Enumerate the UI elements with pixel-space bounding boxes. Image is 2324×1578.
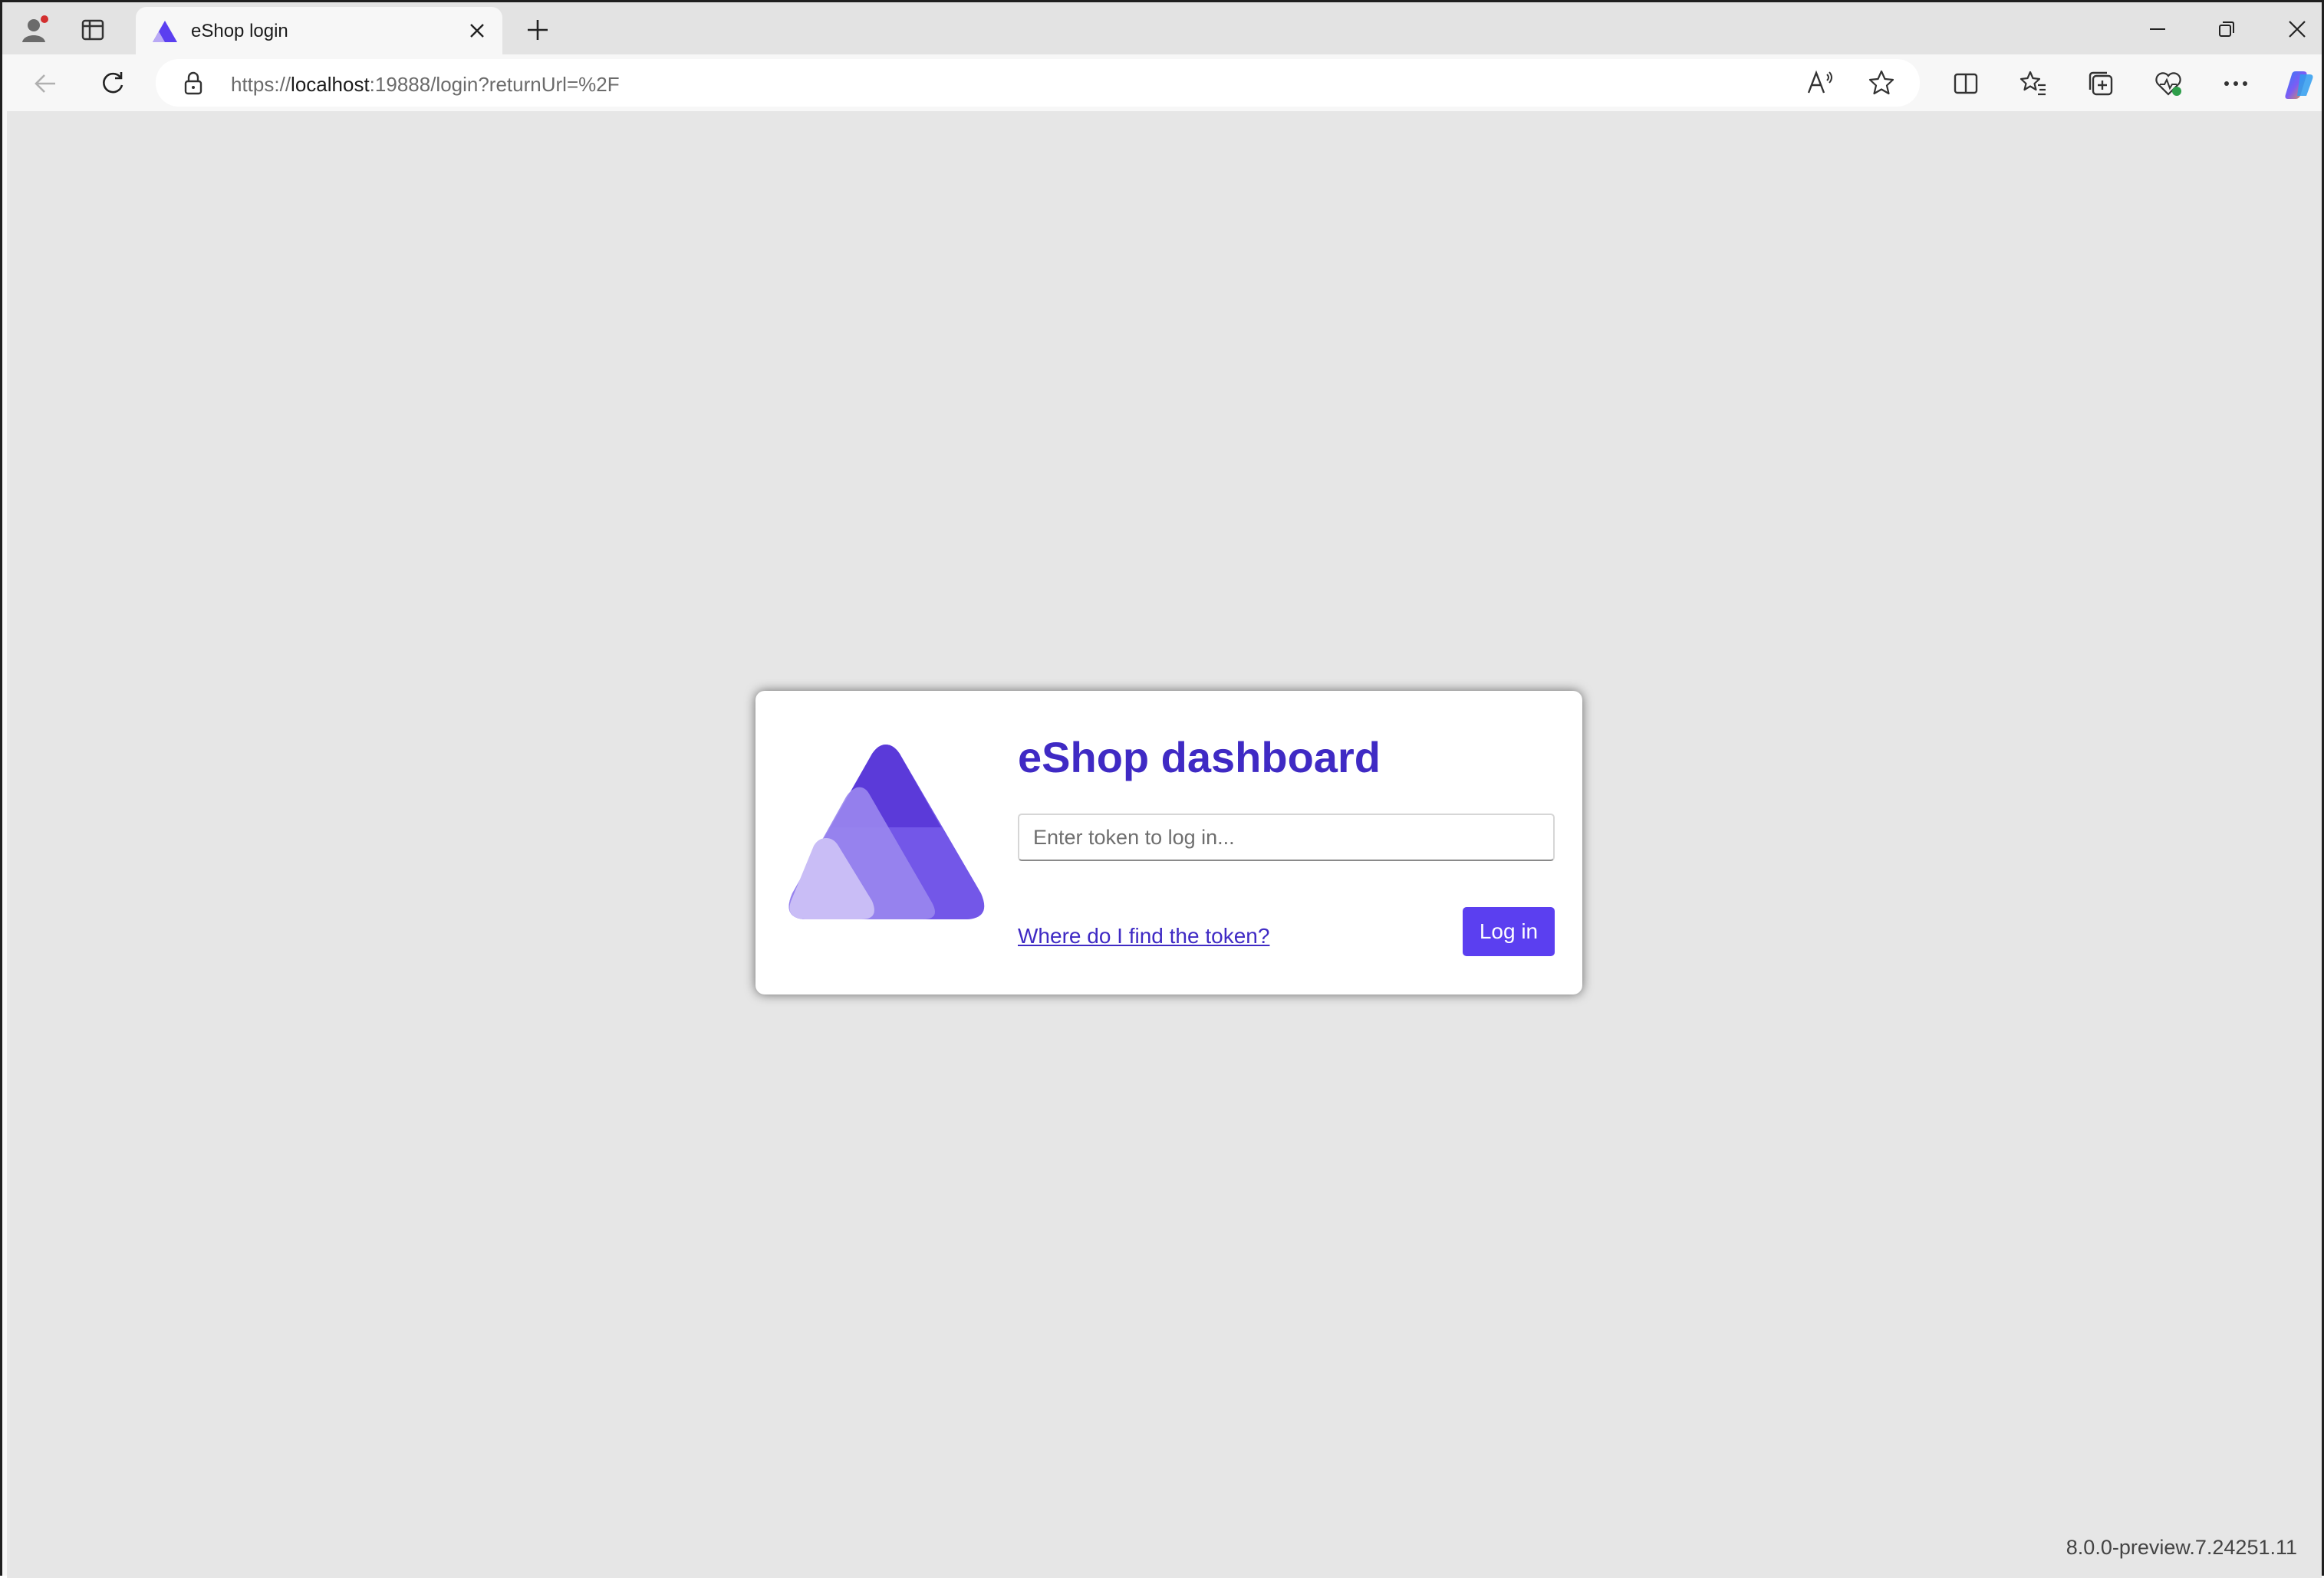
browser-essentials-icon[interactable] [2145, 64, 2191, 104]
triangle-logo-icon [153, 21, 177, 42]
version-label: 8.0.0-preview.7.24251.11 [2066, 1536, 2297, 1559]
token-input[interactable] [1018, 814, 1555, 861]
minimize-icon[interactable] [2127, 7, 2188, 51]
tab-strip: eShop login [2, 2, 2322, 54]
lock-icon[interactable] [180, 70, 206, 96]
plus-icon[interactable] [518, 12, 558, 48]
favorites-icon[interactable] [2010, 64, 2056, 104]
url-scheme: https:// [231, 73, 291, 96]
profile-icon[interactable] [13, 10, 56, 50]
eshop-logo [788, 745, 985, 919]
url-text[interactable]: https://localhost:19888/login?returnUrl=… [231, 73, 620, 97]
find-token-link[interactable]: Where do I find the token? [1018, 924, 1269, 948]
read-aloud-icon[interactable] [1799, 64, 1842, 102]
collections-icon[interactable] [2078, 64, 2124, 104]
browser-toolbar: https://localhost:19888/login?returnUrl=… [2, 54, 2322, 111]
copilot-icon[interactable] [2276, 64, 2322, 104]
browser-window: eShop login https://localhost:19888/logi… [0, 0, 2324, 1578]
split-screen-icon[interactable] [1943, 64, 1989, 104]
login-card: eShop dashboard Where do I find the toke… [755, 691, 1582, 994]
url-path: :19888/login?returnUrl=%2F [369, 73, 620, 96]
close-icon[interactable] [2266, 7, 2324, 51]
refresh-icon[interactable] [90, 64, 136, 104]
back-arrow-icon[interactable] [22, 64, 68, 104]
close-icon[interactable] [462, 16, 492, 45]
address-bar[interactable]: https://localhost:19888/login?returnUrl=… [156, 59, 1920, 107]
restore-icon[interactable] [2196, 7, 2257, 51]
url-host: localhost [291, 73, 370, 96]
vertical-tabs-icon[interactable] [71, 10, 114, 50]
more-icon[interactable] [2213, 64, 2259, 104]
tab-title: eShop login [191, 21, 288, 41]
login-button[interactable]: Log in [1463, 907, 1555, 956]
page-title: eShop dashboard [1018, 733, 1381, 781]
favorite-star-icon[interactable] [1860, 64, 1903, 102]
page-content: eShop dashboard Where do I find the toke… [7, 111, 2322, 1578]
tab-eshop-login[interactable]: eShop login [136, 7, 502, 54]
